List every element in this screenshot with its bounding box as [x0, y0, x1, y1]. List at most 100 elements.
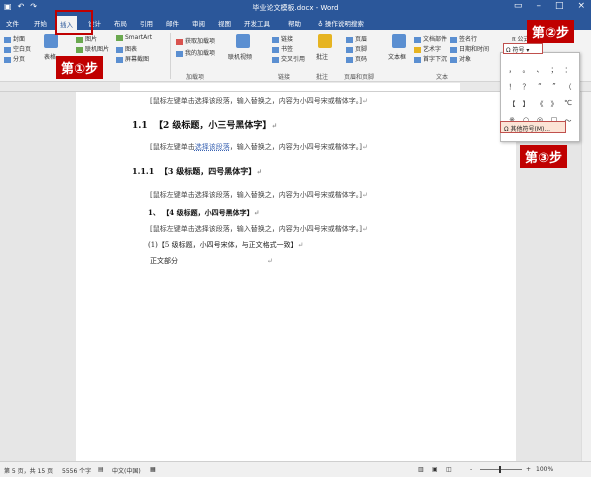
maximize-icon[interactable]: □ [555, 1, 564, 11]
online-video-button[interactable]: 联机视频 [228, 52, 252, 61]
quick-parts-button[interactable]: 文档部件 [414, 34, 447, 43]
body-text[interactable]: 正文部分 ↵ [150, 256, 273, 266]
signature-icon [450, 36, 457, 43]
page-number-button[interactable]: 页码 [346, 54, 367, 63]
object-button[interactable]: 对象 [450, 54, 471, 63]
symbol-cell[interactable]: ” [547, 82, 561, 92]
textbox-button[interactable]: 文本框 [388, 52, 406, 61]
quick-parts-icon [414, 36, 421, 43]
document-page[interactable]: [鼠标左键单击选择该段落，输入替换之，内容为小四号宋或楷体字。]↵ 1.1 【2… [76, 92, 516, 461]
symbol-cell[interactable]: ！ [505, 82, 519, 92]
screenshot-button[interactable]: 屏幕截图 [116, 54, 149, 63]
vertical-scrollbar[interactable] [581, 92, 591, 461]
comment-icon[interactable] [318, 34, 332, 48]
document-canvas: [鼠标左键单击选择该段落，输入替换之，内容为小四号宋或楷体字。]↵ 1.1 【2… [0, 92, 591, 461]
symbol-cell[interactable]: 》 [547, 99, 561, 109]
drop-cap-button[interactable]: 首字下沉 [414, 54, 447, 63]
symbol-cell[interactable]: 《 [533, 99, 547, 109]
cover-icon [4, 36, 11, 43]
proofing-icon[interactable]: ▤ [98, 466, 104, 473]
tell-me-search[interactable]: ♁ 操作说明搜索 [318, 18, 364, 28]
zoom-in-button[interactable]: + [526, 466, 531, 473]
tab-references[interactable]: 引用 [140, 18, 153, 28]
zoom-out-button[interactable]: - [470, 466, 472, 473]
minimize-icon[interactable]: – [536, 1, 541, 11]
store-icon [176, 38, 183, 45]
tab-home[interactable]: 开始 [34, 18, 47, 28]
zoom-slider-handle[interactable] [499, 466, 501, 473]
textbox-icon[interactable] [392, 34, 406, 48]
symbol-cell[interactable]: 、 [533, 65, 547, 75]
table-button[interactable]: 表格 [44, 52, 56, 61]
symbol-cell[interactable]: ℃ [561, 99, 575, 109]
comment-button[interactable]: 批注 [316, 52, 328, 61]
cover-page-button[interactable]: 封面 [4, 34, 25, 43]
cross-reference-button[interactable]: 交叉引用 [272, 54, 305, 63]
online-picture-button[interactable]: 联机图片 [76, 44, 109, 53]
get-addins-button[interactable]: 获取加载项 [176, 36, 215, 45]
placeholder-paragraph[interactable]: [鼠标左键单击选择该段落，输入替换之，内容为小四号宋或楷体字。]↵ [150, 190, 368, 200]
tab-developer[interactable]: 开发工具 [244, 18, 270, 28]
placeholder-paragraph[interactable]: [鼠标左键单击选择该段落，输入替换之，内容为小四号宋或楷体字。]↵ [150, 96, 368, 106]
link-button[interactable]: 链接 [272, 34, 293, 43]
status-bar: 第 5 页，共 15 页 5556 个字 ▤ 中文(中国) ▦ ▥ ▣ ◫ - … [0, 461, 591, 477]
word-count[interactable]: 5556 个字 [62, 466, 91, 475]
calendar-icon [450, 46, 457, 53]
drop-cap-icon [414, 56, 421, 63]
tab-file[interactable]: 文件 [6, 18, 19, 28]
blank-page-button[interactable]: 空白页 [4, 44, 31, 53]
date-time-button[interactable]: 日期和时间 [450, 44, 489, 53]
close-icon[interactable]: × [577, 1, 585, 11]
placeholder-paragraph[interactable]: [鼠标左键单击选择该段落，输入替换之，内容为小四号宋或楷体字。]↵ [150, 142, 368, 152]
wordart-button[interactable]: 艺术字 [414, 44, 441, 53]
selected-text[interactable]: 选择该段落 [195, 143, 230, 151]
chart-button[interactable]: 图表 [116, 44, 137, 53]
tab-mailings[interactable]: 邮件 [166, 18, 179, 28]
step1-callout: 第①步 [56, 56, 104, 79]
video-icon[interactable] [236, 34, 250, 48]
print-layout-icon[interactable]: ▣ [432, 466, 438, 473]
smartart-button[interactable]: SmartArt [116, 34, 152, 41]
symbol-cell[interactable]: ； [547, 65, 561, 75]
ribbon-separator [170, 33, 171, 79]
zoom-level[interactable]: 100% [536, 466, 553, 473]
symbol-cell[interactable]: ？ [519, 82, 533, 92]
tab-layout[interactable]: 布局 [114, 18, 127, 28]
tab-review[interactable]: 审阅 [192, 18, 205, 28]
symbol-cell[interactable]: 】 [519, 99, 533, 109]
group-label-links: 链接 [278, 74, 291, 81]
table-icon[interactable] [44, 34, 58, 48]
placeholder-paragraph[interactable]: [鼠标左键单击选择该段落，输入替换之，内容为小四号宋或楷体字。]↵ [150, 224, 368, 234]
step1-highlight [55, 10, 93, 35]
ribbon-display-icon[interactable]: ▭ [514, 1, 523, 11]
signature-line-button[interactable]: 签名行 [450, 34, 477, 43]
zoom-slider[interactable] [480, 469, 522, 470]
heading-level-5[interactable]: (1)【5 级标题，小四号宋体，与正文格式一致】↵ [148, 240, 303, 250]
step2-callout: 第②步 [527, 20, 575, 43]
tab-view[interactable]: 视图 [218, 18, 231, 28]
web-layout-icon[interactable]: ◫ [446, 466, 452, 473]
bookmark-button[interactable]: 书签 [272, 44, 293, 53]
symbol-button[interactable]: Ω 符号 ▾ [503, 43, 543, 54]
symbol-cell[interactable]: （ [561, 82, 575, 92]
symbol-cell[interactable]: 。 [519, 65, 533, 75]
macro-record-icon[interactable]: ▦ [150, 466, 156, 473]
symbol-cell[interactable]: 【 [505, 99, 519, 109]
footer-button[interactable]: 页脚 [346, 44, 367, 53]
page-break-button[interactable]: 分页 [4, 54, 25, 63]
heading-level-4[interactable]: 1、 【4 级标题，小四号黑体字】↵ [148, 208, 260, 218]
language[interactable]: 中文(中国) [112, 466, 141, 475]
symbol-cell[interactable]: ， [505, 65, 519, 75]
page-count[interactable]: 第 5 页，共 15 页 [4, 466, 53, 475]
symbol-cell[interactable]: ： [561, 65, 575, 75]
heading-level-3[interactable]: 1.1.1 【3 级标题，四号黑体字】↵ [132, 166, 262, 177]
symbol-cell[interactable]: “ [533, 82, 547, 92]
more-symbols-menu-item[interactable]: Ω 其他符号(M)... [500, 121, 566, 133]
read-mode-icon[interactable]: ▥ [418, 466, 424, 473]
object-icon [450, 56, 457, 63]
tab-help[interactable]: 帮助 [288, 18, 301, 28]
my-addins-button[interactable]: 我的加载项 [176, 48, 215, 57]
header-button[interactable]: 页眉 [346, 34, 367, 43]
heading-level-2[interactable]: 1.1 【2 级标题，小三号黑体字】↵ [132, 118, 277, 131]
picture-button[interactable]: 图片 [76, 34, 97, 43]
